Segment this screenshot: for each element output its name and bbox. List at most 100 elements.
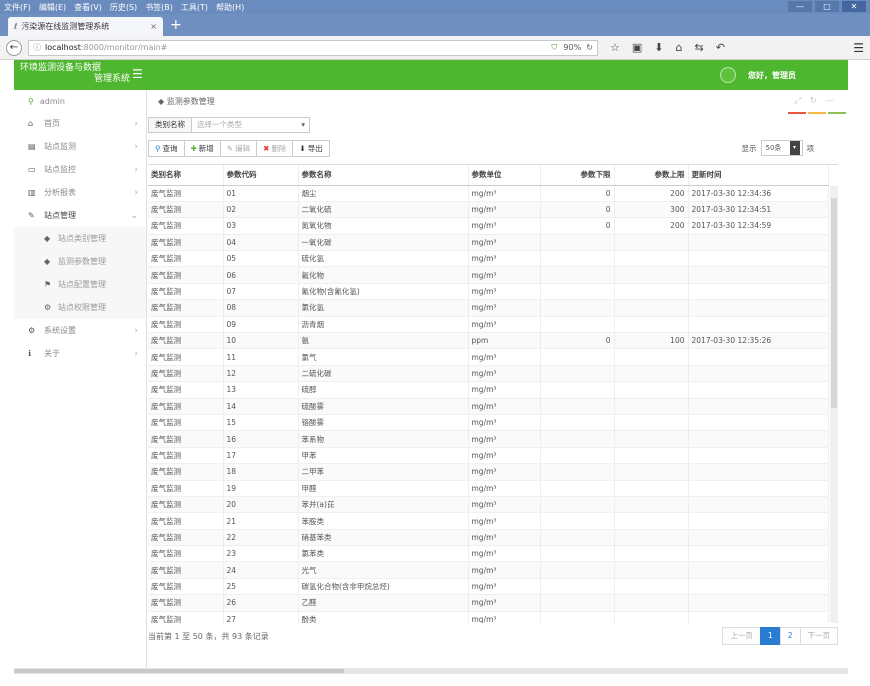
avatar[interactable] [720,67,736,83]
table-row[interactable]: 废气监测 17 甲苯 mg/m³ [148,447,829,465]
url-path: :8000/monitor/main# [80,43,168,52]
table-row[interactable]: 废气监测 15 铬酸雾 mg/m³ [148,414,829,432]
table-row[interactable]: 废气监测 03 氮氧化物 mg/m³ 0 200 2017-03-30 12:34:59 [148,217,829,235]
browser-menu-item[interactable]: 查看(V) [74,2,102,13]
sidebar-subitem[interactable]: ⚑ 站点配置管理 [14,273,146,296]
table-scrollbar[interactable] [830,186,838,623]
browser-menu-item[interactable]: 书签(B) [145,2,173,13]
table-row[interactable]: 废气监测 18 二甲苯 mg/m³ [148,463,829,481]
table-row[interactable]: 废气监测 07 氰化物(含氰化氢) mg/m³ [148,283,829,301]
table-cell: 2017-03-30 12:34:51 [688,201,829,219]
table-row[interactable]: 废气监测 23 氯苯类 mg/m³ [148,545,829,563]
table-row[interactable]: 废气监测 19 甲醛 mg/m³ [148,480,829,497]
download-icon[interactable]: ⬇ [654,41,663,54]
table-row[interactable]: 废气监测 04 一氧化碳 mg/m³ [148,234,829,252]
table-row[interactable]: 废气监测 05 硫化氢 mg/m³ [148,250,829,268]
fullscreen-icon[interactable]: ⤢ [794,96,809,106]
category-select[interactable]: 选择一个类型 ▾ [192,117,310,133]
table-row[interactable]: 废气监测 22 硝基苯类 mg/m³ [148,529,829,547]
zoom-level[interactable]: ⛉ 90% ↻ [551,43,593,53]
column-header[interactable]: 参数下限 [540,165,615,186]
table-row[interactable]: 废气监测 26 乙醛 mg/m³ [148,594,829,612]
bookmark-star-icon[interactable]: ☆ [610,41,620,54]
column-header[interactable]: 更新时间 [688,165,829,186]
edit-button[interactable]: ✎ 编辑 [219,140,258,157]
table-row[interactable]: 废气监测 02 二氧化硫 mg/m³ 0 300 2017-03-30 12:34:51 [148,201,829,219]
column-header[interactable]: 参数单位 [468,165,541,186]
table-row[interactable]: 废气监测 08 氯化氢 mg/m³ [148,299,829,317]
sidebar-subitem[interactable]: ◆ 监测参数管理 [14,250,146,273]
table-row[interactable]: 废气监测 12 二硫化碳 mg/m³ [148,365,829,383]
sidebar-subitem[interactable]: ◆ 站点类别管理 [14,227,146,250]
table-row[interactable]: 废气监测 10 氨 ppm 0 100 2017-03-30 12:35:26 [148,332,829,350]
table-cell [540,529,615,547]
chevron-down-icon: ▾ [301,120,305,129]
menu-toggle-icon[interactable]: ☰ [132,67,143,81]
page-size-select[interactable]: 50条 ▾ [760,140,803,156]
refresh-icon[interactable]: ↻ [809,96,825,106]
table-row[interactable]: 废气监测 24 光气 mg/m³ [148,561,829,579]
table-cell [540,463,615,481]
table-row[interactable]: 废气监测 09 沥青烟 mg/m³ [148,316,829,334]
sidebar-item[interactable]: ⌂ 首页 › [14,112,146,135]
minimize-button[interactable]: — [788,1,812,12]
browser-menu-item[interactable]: 文件(F) [4,2,31,13]
export-button[interactable]: ⬇ 导出 [292,140,330,157]
table-row[interactable]: 废气监测 20 苯并(a)芘 mg/m³ [148,496,829,514]
tab-close-icon[interactable]: × [150,22,157,31]
browser-menu-item[interactable]: 帮助(H) [216,2,244,13]
browser-menu-icon[interactable]: ☰ [853,41,864,55]
sidebar-item[interactable]: ▭ 站点监控 › [14,158,146,181]
browser-menu-item[interactable]: 历史(S) [110,2,137,13]
undo-icon[interactable]: ↶ [716,41,725,54]
table-row[interactable]: 废气监测 25 碳氢化合物(含非甲烷总烃) mg/m³ [148,578,829,596]
page-number-button[interactable]: 1 [759,627,781,645]
delete-button[interactable]: ✖ 删除 [256,140,294,157]
browser-menu-item[interactable]: 工具(T) [181,2,208,13]
collapse-icon[interactable]: — [825,96,842,106]
table-row[interactable]: 废气监测 01 烟尘 mg/m³ 0 200 2017-03-30 12:34:36 [148,185,829,202]
column-header[interactable]: 参数上限 [614,165,689,186]
horizontal-scrollbar[interactable] [14,668,848,674]
table-row[interactable]: 废气监测 13 硫醇 mg/m³ [148,381,829,399]
sidebar-subitem[interactable]: ⚙ 站点权限管理 [14,296,146,319]
url-bar[interactable]: ⓘ localhost :8000/monitor/main# ⛉ 90% ↻ [28,39,598,56]
sidebar-item[interactable]: ℹ 关于 › [14,342,146,365]
table-cell: 06 [223,266,299,284]
sidebar-item[interactable]: ⚙ 系统设置 › [14,319,146,342]
user-greeting[interactable]: 您好，管理员 [748,70,796,81]
sidebar-item[interactable]: ▥ 分析报表 › [14,181,146,204]
query-button[interactable]: ⚲ 查询 [148,140,185,157]
table-cell: mg/m³ [468,185,541,202]
table-cell [688,299,829,317]
prev-page-button[interactable]: 上一页 [722,627,761,645]
sidebar-item[interactable]: ✎ 站点管理 ⌄ [14,204,146,227]
browser-tab[interactable]: ℓ 污染源在线监测管理系统 × [8,17,163,36]
sidebar-item-label: 关于 [44,349,60,358]
column-header[interactable]: 参数代码 [223,165,299,186]
table-row[interactable]: 废气监测 27 酚类 mg/m³ [148,611,829,623]
table-row[interactable]: 废气监测 06 氟化物 mg/m³ [148,266,829,284]
table-row[interactable]: 废气监测 14 硫酸雾 mg/m³ [148,398,829,415]
maximize-button[interactable]: □ [815,1,839,12]
page-number-button[interactable]: 2 [779,627,801,645]
sync-icon[interactable]: ⇆ [694,41,703,54]
new-tab-button[interactable]: + [170,18,182,32]
sidebar-item[interactable]: ▤ 站点监测 › [14,135,146,158]
table-cell: 乙醛 [298,594,469,612]
back-button[interactable]: ← [6,39,22,56]
library-icon[interactable]: ▣ [632,41,642,54]
table-row[interactable]: 废气监测 21 苯胺类 mg/m³ [148,512,829,530]
home-icon[interactable]: ⌂ [676,41,683,54]
accent-bar [828,112,846,114]
table-row[interactable]: 废气监测 11 氯气 mg/m³ [148,348,829,366]
info-icon[interactable]: ⓘ [33,42,41,53]
add-button[interactable]: ✚ 新增 [183,140,221,157]
table-row[interactable]: 废气监测 16 苯系物 mg/m³ [148,430,829,448]
column-header[interactable]: 参数名称 [298,165,469,186]
column-header[interactable]: 类别名称 [148,165,224,186]
browser-menu-item[interactable]: 编辑(E) [39,2,66,13]
close-window-button[interactable]: ✕ [842,1,866,12]
next-page-button[interactable]: 下一页 [799,627,838,645]
table-cell [614,561,689,579]
